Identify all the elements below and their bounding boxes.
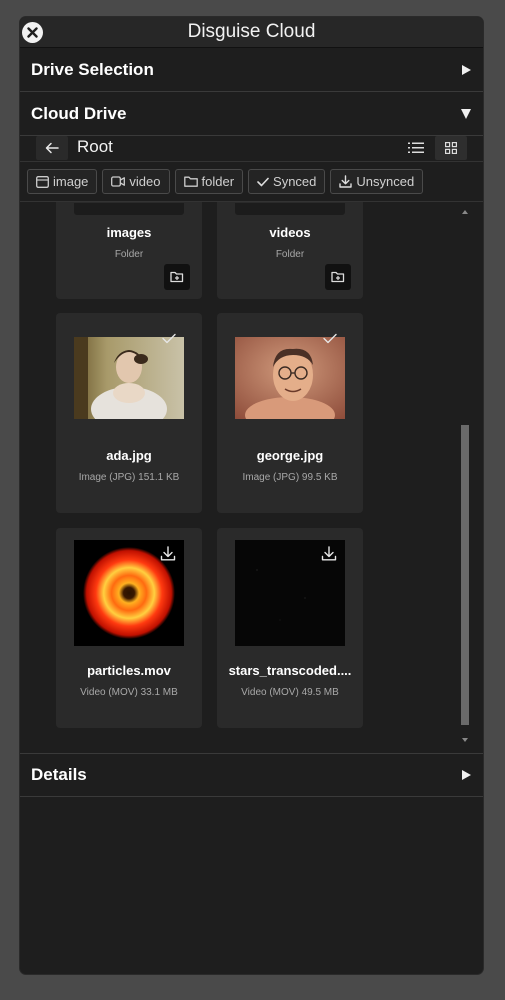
cloud-drive-label: Cloud Drive <box>31 103 127 123</box>
scroll-up-arrow-icon[interactable] <box>462 210 468 214</box>
filter-video-label: video <box>129 174 161 189</box>
folder-thumbnail <box>74 203 184 215</box>
arrow-left-icon <box>45 142 59 154</box>
list-view-button[interactable] <box>402 136 430 160</box>
filter-video[interactable]: video <box>102 169 170 194</box>
filter-bar: image video folder Synced Unsynced <box>20 162 483 202</box>
file-name: ada.jpg <box>106 448 152 463</box>
file-meta: Video (MOV) 49.5 MB <box>241 687 339 698</box>
scroll-down-arrow-icon[interactable] <box>462 738 468 742</box>
file-card-particles[interactable]: particles.mov Video (MOV) 33.1 MB <box>56 528 202 728</box>
filter-image-label: image <box>53 174 89 189</box>
file-card-george[interactable]: george.jpg Image (JPG) 99.5 KB <box>217 313 363 513</box>
folder-icon <box>183 176 198 187</box>
file-meta: Folder <box>114 249 144 260</box>
drive-selection-header[interactable]: Drive Selection <box>20 48 483 92</box>
grid-view-icon <box>445 142 457 154</box>
file-card-ada[interactable]: ada.jpg Image (JPG) 151.1 KB <box>56 313 202 513</box>
check-icon <box>323 333 337 344</box>
file-card-images[interactable]: images Folder <box>56 202 202 299</box>
drive-selection-label: Drive Selection <box>31 59 154 79</box>
close-button[interactable] <box>22 22 43 43</box>
folder-open-icon <box>331 271 345 283</box>
grid-scrollbar[interactable] <box>461 210 471 742</box>
window-title: Disguise Cloud <box>187 21 316 42</box>
back-button[interactable] <box>36 136 68 160</box>
scroll-thumb[interactable] <box>461 425 469 725</box>
file-name: particles.mov <box>87 663 171 678</box>
file-card-videos[interactable]: videos Folder <box>217 202 363 299</box>
file-grid: images Folder videos Folder ada.jpg Imag… <box>20 202 483 753</box>
portrait-image <box>235 337 345 419</box>
filter-synced[interactable]: Synced <box>248 169 326 194</box>
filter-folder-label: folder <box>201 174 235 189</box>
collapse-arrow-icon <box>461 108 471 119</box>
image-thumbnail <box>74 337 184 419</box>
filter-image[interactable]: image <box>27 169 98 194</box>
download-icon <box>339 175 353 188</box>
filter-folder[interactable]: folder <box>174 169 244 194</box>
close-circle-icon <box>27 27 38 38</box>
filter-synced-label: Synced <box>273 174 317 189</box>
image-icon <box>36 175 49 188</box>
cloud-drive-header[interactable]: Cloud Drive <box>20 92 483 136</box>
filter-unsynced[interactable]: Unsynced <box>330 169 424 194</box>
list-view-icon <box>408 142 424 153</box>
file-meta: Folder <box>275 249 305 260</box>
unsynced-status[interactable] <box>321 546 337 566</box>
file-meta: Image (JPG) 99.5 KB <box>242 472 338 483</box>
synced-status <box>323 331 337 349</box>
app-window: Disguise Cloud Drive Selection Cloud Dri… <box>20 17 483 974</box>
image-thumbnail <box>235 337 345 419</box>
check-icon <box>257 177 269 186</box>
folder-thumbnail <box>235 203 345 215</box>
check-icon <box>162 333 176 344</box>
download-icon <box>160 546 176 561</box>
file-name: george.jpg <box>256 448 324 463</box>
filter-unsynced-label: Unsynced <box>356 174 415 189</box>
current-path: Root <box>77 137 113 156</box>
file-meta: Video (MOV) 33.1 MB <box>80 687 178 698</box>
synced-status <box>162 331 176 349</box>
grid-view-button[interactable] <box>435 136 467 160</box>
open-folder-button[interactable] <box>325 264 351 290</box>
details-header[interactable]: Details <box>20 753 483 797</box>
expand-arrow-icon <box>462 770 471 780</box>
file-card-stars[interactable]: stars_transcoded.... Video (MOV) 49.5 MB <box>217 528 363 728</box>
expand-arrow-icon <box>462 64 471 75</box>
file-name: videos <box>269 225 311 240</box>
details-label: Details <box>31 765 87 784</box>
folder-open-icon <box>170 271 184 283</box>
path-bar: Root <box>20 136 483 162</box>
file-meta: Image (JPG) 151.1 KB <box>78 472 180 483</box>
file-name: stars_transcoded.... <box>228 663 352 678</box>
portrait-image <box>74 337 184 419</box>
file-name: images <box>106 225 152 240</box>
open-folder-button[interactable] <box>164 264 190 290</box>
title-bar: Disguise Cloud <box>20 17 483 48</box>
unsynced-status[interactable] <box>160 546 176 566</box>
video-icon <box>111 176 126 187</box>
download-icon <box>321 546 337 561</box>
